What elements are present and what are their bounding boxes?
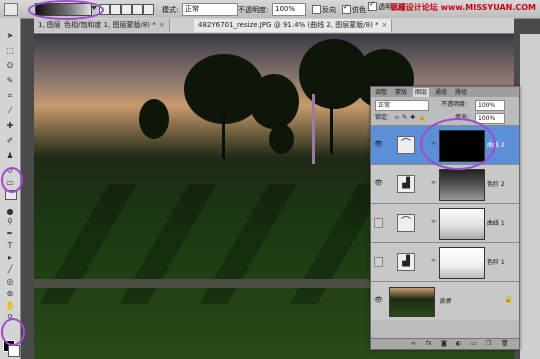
layer-row-levels-2[interactable]: 👁 ▟ ∞ 色阶 2 (371, 164, 519, 203)
layer-name: 色阶 1 (487, 259, 505, 266)
link-icon[interactable]: ∞ (431, 257, 436, 264)
layer-row-curves-1[interactable]: ⌒ ∞ 曲线 1 (371, 203, 519, 242)
opacity-label: 不透明度: (238, 6, 269, 14)
highlight-ring (1, 318, 25, 346)
hand-tool-icon[interactable]: ✋ (5, 302, 15, 310)
layer-mask-thumbnail[interactable] (439, 208, 485, 240)
bush (269, 124, 294, 154)
tab-masks[interactable]: 蒙版 (393, 88, 409, 97)
tab-document-2[interactable]: 色相/饱和度 1, 图层蒙版/8) * × (60, 19, 170, 32)
layer-thumbnail[interactable] (389, 287, 435, 317)
levels-icon: ▟ (397, 175, 415, 193)
visibility-toggle[interactable] (374, 218, 383, 228)
layer-row-background[interactable]: 👁 背景 🔒 (371, 281, 519, 320)
dither-checkbox[interactable] (342, 3, 351, 14)
gradient-tool-preset-icon[interactable] (4, 3, 18, 16)
brush-tool-icon[interactable]: ✐ (5, 137, 15, 145)
quick-select-tool-icon[interactable]: ✎ (5, 77, 15, 85)
reflected-gradient-button[interactable] (132, 4, 143, 15)
highlight-ring (1, 167, 23, 193)
layer-mask-thumbnail[interactable] (439, 247, 485, 279)
shape-tool-icon[interactable]: ╱ (5, 266, 15, 274)
3d-orbit-tool-icon[interactable]: ⊛ (5, 290, 15, 298)
panel-tab-bar: 调整 蒙版 图层 通道 路径 (371, 87, 519, 97)
mode-select[interactable]: 正常 (182, 3, 238, 16)
reverse-label: 反向 (322, 6, 336, 14)
angle-gradient-button[interactable] (121, 4, 132, 15)
clone-stamp-tool-icon[interactable]: ♟ (5, 152, 15, 160)
dodge-tool-icon[interactable]: ⚲ (5, 218, 15, 226)
panel-footer: ∞ fx ◙ ◐ ▭ ❐ 🗑 (371, 338, 519, 349)
lock-label: 锁定: (375, 114, 390, 121)
layer-mask-thumbnail[interactable] (439, 169, 485, 201)
right-panel-dock (520, 34, 540, 359)
layer-name: 色阶 2 (487, 181, 505, 188)
tree (139, 99, 169, 139)
tab-layers[interactable]: 图层 (413, 88, 430, 97)
background-color-swatch[interactable] (8, 345, 20, 357)
mode-label: 模式: (162, 6, 179, 14)
layer-name: 曲线 1 (487, 220, 505, 227)
eyedropper-tool-icon[interactable]: ⁄ (5, 107, 15, 115)
pen-tool-icon[interactable]: ✒ (5, 230, 15, 238)
tab-label: 482Y6701_resize.JPG @ 91.4% (曲线 2, 图层蒙版/… (198, 21, 379, 29)
curves-icon: ⌒ (397, 136, 415, 154)
close-icon[interactable]: × (159, 21, 165, 29)
marquee-tool-icon[interactable]: ⬚ (5, 47, 15, 55)
tree (249, 74, 299, 129)
new-group-icon[interactable]: ▭ (471, 340, 477, 347)
gradient-line-indicator (312, 94, 315, 164)
opacity-input[interactable]: 100% (272, 3, 306, 16)
transparency-checkbox[interactable] (368, 0, 377, 11)
link-layers-icon[interactable]: ∞ (411, 340, 416, 347)
3d-rotate-tool-icon[interactable]: ◎ (5, 278, 15, 286)
link-icon[interactable]: ∞ (431, 218, 436, 225)
tree-trunk (222, 114, 225, 159)
move-tool-icon[interactable]: ➤ (5, 32, 15, 40)
healing-brush-tool-icon[interactable]: ✚ (5, 122, 15, 130)
document-tab-bar: 1, 图层 1, 图层蒙版/8) * 色相/饱和度 1, 图层蒙版/8) *× … (34, 18, 514, 34)
path-select-tool-icon[interactable]: ▸ (5, 254, 15, 262)
type-tool-icon[interactable]: T (5, 242, 15, 250)
visibility-toggle[interactable] (374, 257, 383, 267)
tree-trunk (330, 104, 333, 154)
eye-icon[interactable]: 👁 (374, 296, 383, 304)
tab-channels[interactable]: 通道 (433, 88, 449, 97)
adjustment-layer-icon[interactable]: ◐ (456, 340, 461, 347)
radial-gradient-button[interactable] (110, 4, 121, 15)
highlight-ring (420, 118, 496, 170)
add-mask-icon[interactable]: ◙ (441, 340, 447, 347)
layer-opacity-input[interactable]: 100% (475, 100, 505, 111)
fx-icon[interactable]: fx (426, 340, 432, 347)
layer-row-levels-1[interactable]: ▟ ∞ 色阶 1 (371, 242, 519, 281)
opacity-label: 不透明度: (441, 101, 468, 108)
lasso-tool-icon[interactable]: ʘ (5, 62, 15, 70)
close-icon[interactable]: × (382, 21, 388, 29)
lock-icons[interactable]: ▫✎✚🔒 (395, 112, 429, 123)
curves-icon: ⌒ (397, 214, 415, 232)
layer-name: 背景 (439, 298, 452, 305)
watermark: 思缘设计论坛 www.MISSYUAN.COM (389, 3, 536, 12)
eye-icon[interactable]: 👁 (374, 140, 383, 148)
dither-label: 仿色 (352, 6, 366, 14)
tab-adjustments[interactable]: 调整 (373, 88, 389, 97)
blur-tool-icon[interactable]: ● (5, 208, 15, 216)
link-icon[interactable]: ∞ (431, 179, 436, 186)
highlight-ring (28, 0, 104, 20)
tab-paths[interactable]: 路径 (453, 88, 469, 97)
tab-document-3[interactable]: 482Y6701_resize.JPG @ 91.4% (曲线 2, 图层蒙版/… (194, 19, 393, 32)
new-layer-icon[interactable]: ❐ (486, 340, 491, 347)
trash-icon[interactable]: 🗑 (501, 340, 509, 347)
reverse-checkbox[interactable] (312, 5, 321, 14)
lock-icon: 🔒 (504, 295, 513, 303)
diamond-gradient-button[interactable] (143, 4, 154, 15)
tab-label: 色相/饱和度 1, 图层蒙版/8) * (64, 21, 156, 29)
crop-tool-icon[interactable]: ⌗ (5, 92, 15, 100)
blend-mode-select[interactable]: 正常 (375, 100, 429, 111)
levels-icon: ▟ (397, 253, 415, 271)
eye-icon[interactable]: 👁 (374, 179, 383, 187)
